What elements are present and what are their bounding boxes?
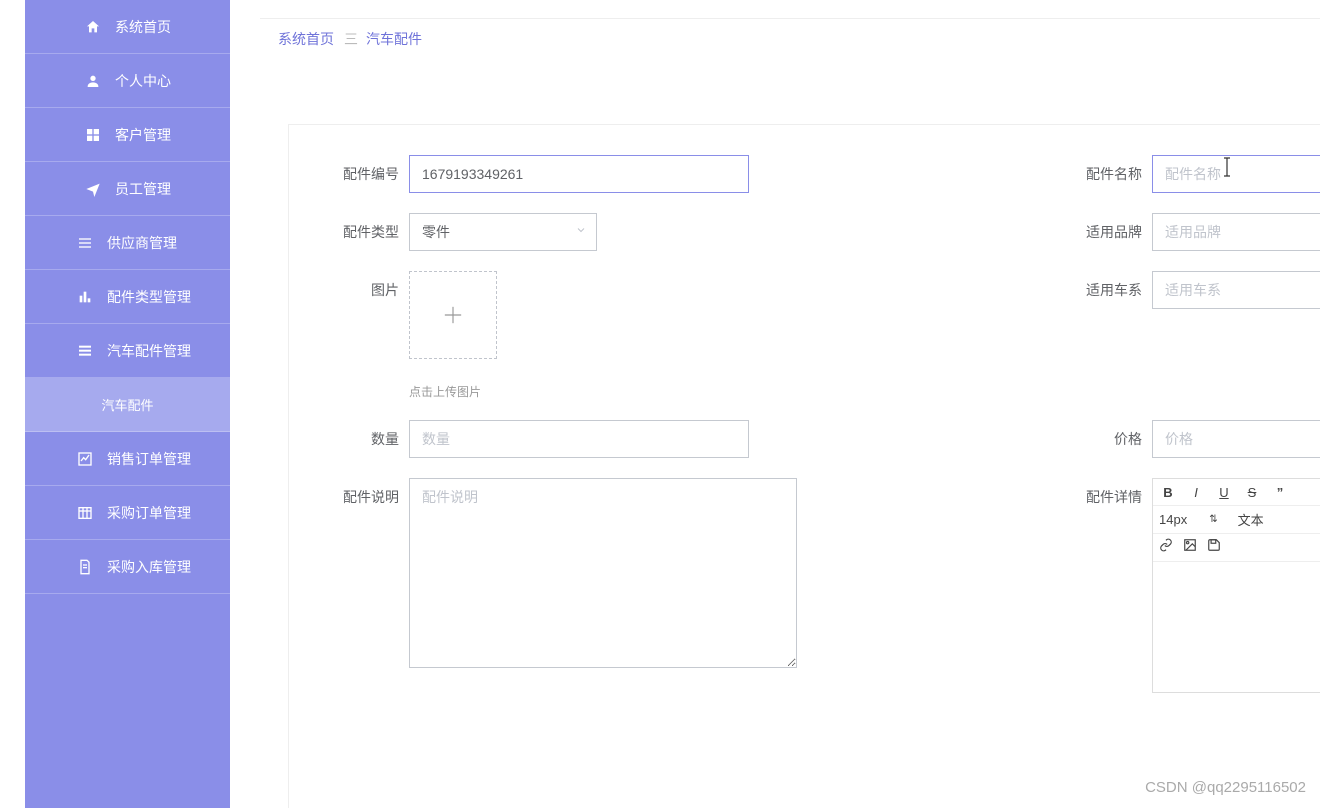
sidebar-item-label: 销售订单管理 [107,449,191,469]
list-icon [77,235,93,251]
quote-icon[interactable]: ” [1271,483,1289,501]
price-label: 价格 [1032,420,1152,458]
plane-icon [85,181,101,197]
sidebar-item-profile[interactable]: 个人中心 [25,54,230,108]
sidebar-item-label: 系统首页 [115,17,171,37]
part-type-label: 配件类型 [289,213,409,251]
sidebar-item-home[interactable]: 系统首页 [25,0,230,54]
link-icon[interactable] [1159,538,1173,557]
sidebar-item-label: 客户管理 [115,125,171,145]
save-icon[interactable] [1207,538,1221,557]
grid-icon [85,127,101,143]
editor-toolbar-row3 [1153,534,1320,562]
main: 系统首页 三 汽车配件 配件编号 配件名称 配件类型 适用 [230,0,1320,808]
sidebar-item-label: 汽车配件管理 [107,341,191,361]
sidebar-item-label: 配件类型管理 [107,287,191,307]
series-input[interactable] [1152,271,1320,309]
text-format-button[interactable]: 文本 [1238,510,1264,529]
strike-icon[interactable]: S [1243,483,1261,501]
sidebar-item-label: 供应商管理 [107,233,177,253]
sidebar-item-label: 采购入库管理 [107,557,191,577]
part-number-input[interactable] [409,155,749,193]
bold-icon[interactable]: B [1159,483,1177,501]
sidebar-item-label: 员工管理 [115,179,171,199]
sidebar-item-car-parts-mgmt[interactable]: 汽车配件管理 [25,324,230,378]
italic-icon[interactable]: I [1187,483,1205,501]
part-number-label: 配件编号 [289,155,409,193]
sidebar-item-label: 汽车配件 [101,395,153,414]
image-upload[interactable] [409,271,497,359]
brand-label: 适用品牌 [1032,213,1152,251]
part-type-select[interactable] [409,213,597,251]
sidebar-item-purchase-orders[interactable]: 采购订单管理 [25,486,230,540]
qty-input[interactable] [409,420,749,458]
left-strip [0,0,25,808]
sidebar-item-suppliers[interactable]: 供应商管理 [25,216,230,270]
sidebar-item-sales-orders[interactable]: 销售订单管理 [25,432,230,486]
sidebar-item-label: 采购订单管理 [107,503,191,523]
series-label: 适用车系 [1032,271,1152,309]
price-input[interactable] [1152,420,1320,458]
watermark: CSDN @qq2295116502 [1145,779,1306,796]
person-icon [85,73,101,89]
rich-text-editor: B I U S ” 14px ⇅ 文本 [1152,478,1320,693]
sidebar-item-label: 个人中心 [115,71,171,91]
fontsize-select[interactable]: 14px ⇅ [1159,512,1218,527]
doc-icon [77,559,93,575]
bar-icon [77,289,93,305]
image-icon[interactable] [1183,538,1197,557]
chart-icon [77,451,93,467]
form-panel: 配件编号 配件名称 配件类型 适用品牌 图片 [288,124,1320,808]
brand-input[interactable] [1152,213,1320,251]
breadcrumb-current: 汽车配件 [366,29,422,49]
desc-label: 配件说明 [289,478,409,516]
sidebar-item-customers[interactable]: 客户管理 [25,108,230,162]
part-name-input[interactable] [1152,155,1320,193]
sidebar-item-purchase-in[interactable]: 采购入库管理 [25,540,230,594]
table-icon [77,505,93,521]
breadcrumb-separator: 三 [344,29,356,49]
sidebar: 系统首页 个人中心 客户管理 员工管理 供应商管理 配件类型管理 汽车配件管理 … [25,0,230,808]
sidebar-item-part-types[interactable]: 配件类型管理 [25,270,230,324]
part-name-label: 配件名称 [1032,155,1152,193]
image-upload-hint: 点击上传图片 [409,383,497,400]
editor-toolbar: B I U S ” [1153,479,1320,506]
editor-body[interactable] [1153,562,1320,692]
underline-icon[interactable]: U [1215,483,1233,501]
sidebar-item-employees[interactable]: 员工管理 [25,162,230,216]
sidebar-item-car-parts[interactable]: 汽车配件 [25,378,230,432]
image-label: 图片 [289,271,409,309]
desc-textarea[interactable] [409,478,797,668]
select-arrows-icon: ⇅ [1209,514,1217,525]
qty-label: 数量 [289,420,409,458]
breadcrumb-home[interactable]: 系统首页 [278,29,334,49]
editor-toolbar-row2: 14px ⇅ 文本 [1153,506,1320,534]
detail-label: 配件详情 [1032,478,1152,516]
menu-icon [77,343,93,359]
home-icon [85,19,101,35]
breadcrumb: 系统首页 三 汽车配件 [260,18,1320,58]
